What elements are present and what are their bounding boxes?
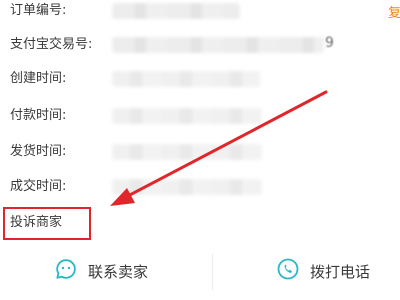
order-number-row: 订单编号: 复 xyxy=(0,0,400,22)
chat-bubble-icon xyxy=(54,257,78,285)
contact-seller-button[interactable]: 联系卖家 xyxy=(54,256,148,286)
shipped-time-value-blurred xyxy=(112,144,262,160)
paid-time-label: 付款时间: xyxy=(10,108,67,123)
alipay-trade-row: 支付宝交易号: 9 xyxy=(0,34,400,56)
completed-time-row: 成交时间: xyxy=(0,176,400,198)
shipped-time-row: 发货时间: xyxy=(0,141,400,163)
completed-time-label: 成交时间: xyxy=(10,179,67,194)
alipay-trade-visible-tail: 9 xyxy=(325,35,334,51)
order-number-label: 订单编号: xyxy=(10,3,67,18)
call-label: 拨打电话 xyxy=(310,262,371,281)
paid-time-row: 付款时间: xyxy=(0,105,400,127)
alipay-trade-value-blurred xyxy=(112,37,324,53)
shipped-time-label: 发货时间: xyxy=(10,144,67,159)
phone-icon xyxy=(276,257,300,285)
created-time-row: 创建时间: xyxy=(0,68,400,90)
copy-order-number-link[interactable]: 复 xyxy=(388,2,400,21)
order-number-value-blurred xyxy=(112,3,240,19)
created-time-value-blurred xyxy=(112,71,260,87)
annotation-highlight-box xyxy=(3,207,91,240)
created-time-label: 创建时间: xyxy=(10,71,67,86)
alipay-trade-label: 支付宝交易号: xyxy=(10,37,93,52)
completed-time-value-blurred xyxy=(112,179,262,195)
contact-seller-label: 联系卖家 xyxy=(88,262,149,281)
bottom-bar-divider xyxy=(212,254,213,290)
paid-time-value-blurred xyxy=(112,108,262,124)
call-button[interactable]: 拨打电话 xyxy=(276,256,370,286)
